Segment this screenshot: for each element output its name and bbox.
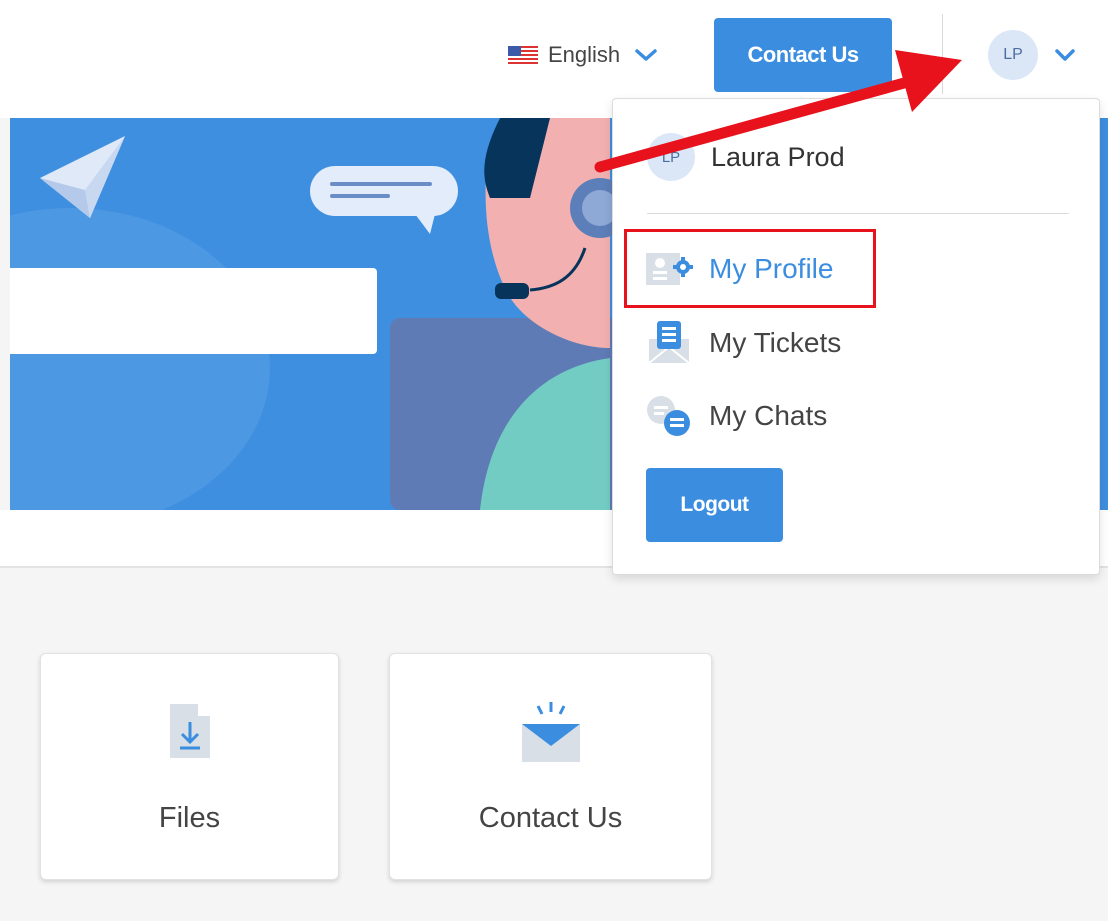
card-label: Files (158, 802, 221, 834)
user-dropdown-menu: LP Laura Prod My Profile My Tickets My C… (612, 98, 1100, 575)
menu-item-my-chats[interactable]: My Chats (645, 394, 827, 438)
chats-icon (647, 396, 690, 436)
mail-icon (522, 702, 580, 762)
user-menu-toggle[interactable]: LP (988, 30, 1076, 80)
avatar: LP (647, 133, 695, 181)
menu-item-label: My Tickets (709, 327, 842, 358)
avatar: LP (988, 30, 1038, 80)
user-name: Laura Prod (711, 141, 845, 172)
speech-bubble-icon (310, 166, 458, 234)
us-flag-icon (508, 46, 538, 64)
search-input[interactable] (10, 268, 377, 354)
file-download-icon (170, 704, 210, 758)
contact-us-button[interactable]: Contact Us (714, 18, 892, 92)
card-label: Contact Us (478, 802, 623, 834)
chevron-down-icon (1055, 49, 1075, 61)
dropdown-user-header: LP Laura Prod (647, 133, 845, 181)
contact-us-card[interactable]: Contact Us (389, 653, 712, 880)
tickets-icon (648, 321, 690, 364)
files-card[interactable]: Files (40, 653, 339, 880)
dropdown-divider (647, 213, 1069, 214)
menu-item-my-tickets[interactable]: My Tickets (645, 321, 841, 365)
logout-button[interactable]: Logout (646, 468, 783, 542)
language-label: English (548, 42, 621, 67)
chevron-down-icon (635, 49, 657, 61)
annotation-highlight-box (624, 229, 876, 308)
header-divider (942, 14, 943, 94)
paper-plane-icon (40, 136, 125, 218)
language-selector[interactable]: English (508, 38, 658, 72)
menu-item-label: My Chats (709, 400, 828, 431)
